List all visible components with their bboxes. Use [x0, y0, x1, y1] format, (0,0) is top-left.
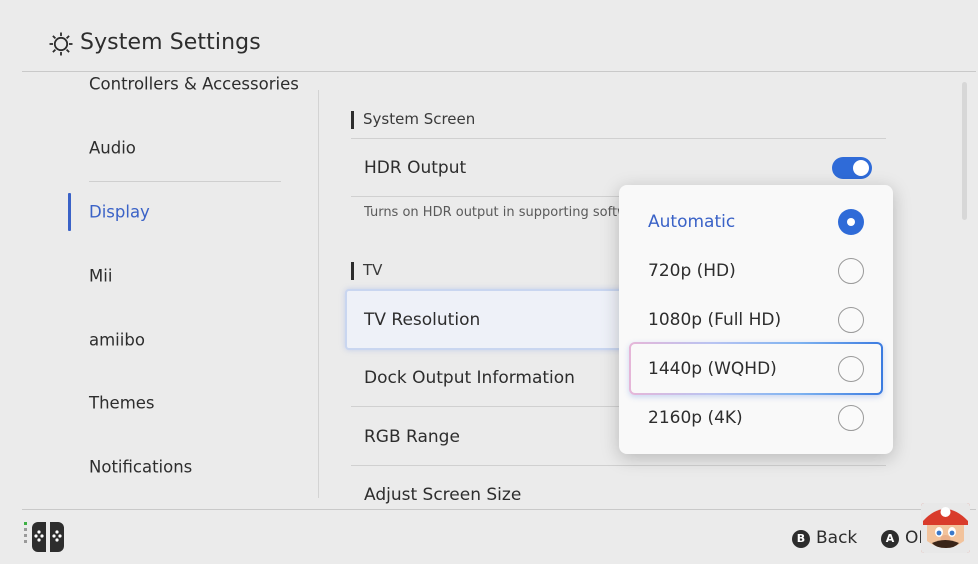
sidebar-item-label: amiibo — [89, 330, 145, 350]
option-label: 1080p (Full HD) — [648, 309, 782, 330]
hdr-output-toggle[interactable] — [832, 157, 872, 179]
back-hint[interactable]: B Back — [792, 528, 857, 548]
dock-output-information-label: Dock Output Information — [364, 367, 575, 388]
tv-resolution-dropdown: Automatic 720p (HD) 1080p (Full HD) 1440… — [619, 185, 893, 454]
panel-divider — [318, 90, 319, 498]
a-button-icon: A — [881, 530, 899, 548]
system-settings-screen: System Settings Controllers & Accessorie… — [0, 0, 978, 564]
hdr-output-label: HDR Output — [364, 157, 467, 178]
rgb-range-label: RGB Range — [364, 426, 460, 447]
adjust-screen-size-label: Adjust Screen Size — [364, 485, 522, 505]
section-header-tv: TV — [351, 261, 382, 280]
hdr-output-description: Turns on HDR output in supporting softwa… — [364, 205, 624, 220]
gear-icon — [49, 32, 73, 56]
sidebar-item-label: Notifications — [89, 457, 193, 477]
sidebar-item-label: Themes — [89, 393, 155, 413]
avatar-image — [921, 503, 970, 553]
option-1080p[interactable]: 1080p (Full HD) — [629, 295, 883, 344]
tv-resolution-row[interactable]: TV Resolution — [345, 289, 645, 350]
sidebar-item-audio[interactable]: Audio — [68, 123, 282, 173]
user-avatar[interactable] — [921, 503, 970, 553]
sidebar: Controllers & Accessories Audio Display … — [68, 72, 299, 508]
radio-icon — [838, 257, 864, 284]
page-title: System Settings — [80, 30, 261, 55]
sidebar-item-label: Controllers & Accessories — [89, 74, 299, 94]
back-label: Back — [816, 528, 858, 548]
sidebar-item-amiibo[interactable]: amiibo — [68, 315, 282, 365]
sidebar-item-mii[interactable]: Mii — [68, 251, 282, 301]
sidebar-item-label: Display — [89, 202, 150, 222]
option-label: 2160p (4K) — [648, 407, 743, 428]
radio-icon — [838, 404, 864, 431]
sidebar-item-controllers[interactable]: Controllers & Accessories — [68, 59, 299, 109]
sidebar-item-label: Mii — [89, 266, 113, 286]
option-720p[interactable]: 720p (HD) — [629, 246, 883, 295]
sidebar-divider — [89, 181, 281, 182]
option-automatic[interactable]: Automatic — [629, 197, 883, 246]
radio-icon — [838, 306, 864, 333]
option-label: 720p (HD) — [648, 260, 736, 281]
option-label: Automatic — [648, 211, 736, 232]
section-header-system-screen: System Screen — [351, 110, 475, 129]
b-button-icon: B — [792, 530, 810, 548]
radio-selected-icon — [838, 208, 864, 235]
option-2160p[interactable]: 2160p (4K) — [629, 393, 883, 442]
option-label: 1440p (WQHD) — [648, 358, 777, 379]
footer: B Back A OK — [22, 509, 976, 564]
sidebar-item-notifications[interactable]: Notifications — [68, 442, 282, 492]
option-1440p[interactable]: 1440p (WQHD) — [629, 342, 883, 395]
sidebar-item-label: Audio — [89, 138, 136, 158]
radio-icon — [838, 355, 864, 382]
sidebar-item-themes[interactable]: Themes — [68, 378, 282, 428]
sidebar-item-display[interactable]: Display — [68, 187, 282, 237]
controller-icon — [24, 522, 64, 552]
scrollbar[interactable] — [962, 82, 967, 220]
tv-resolution-label: TV Resolution — [364, 309, 481, 330]
